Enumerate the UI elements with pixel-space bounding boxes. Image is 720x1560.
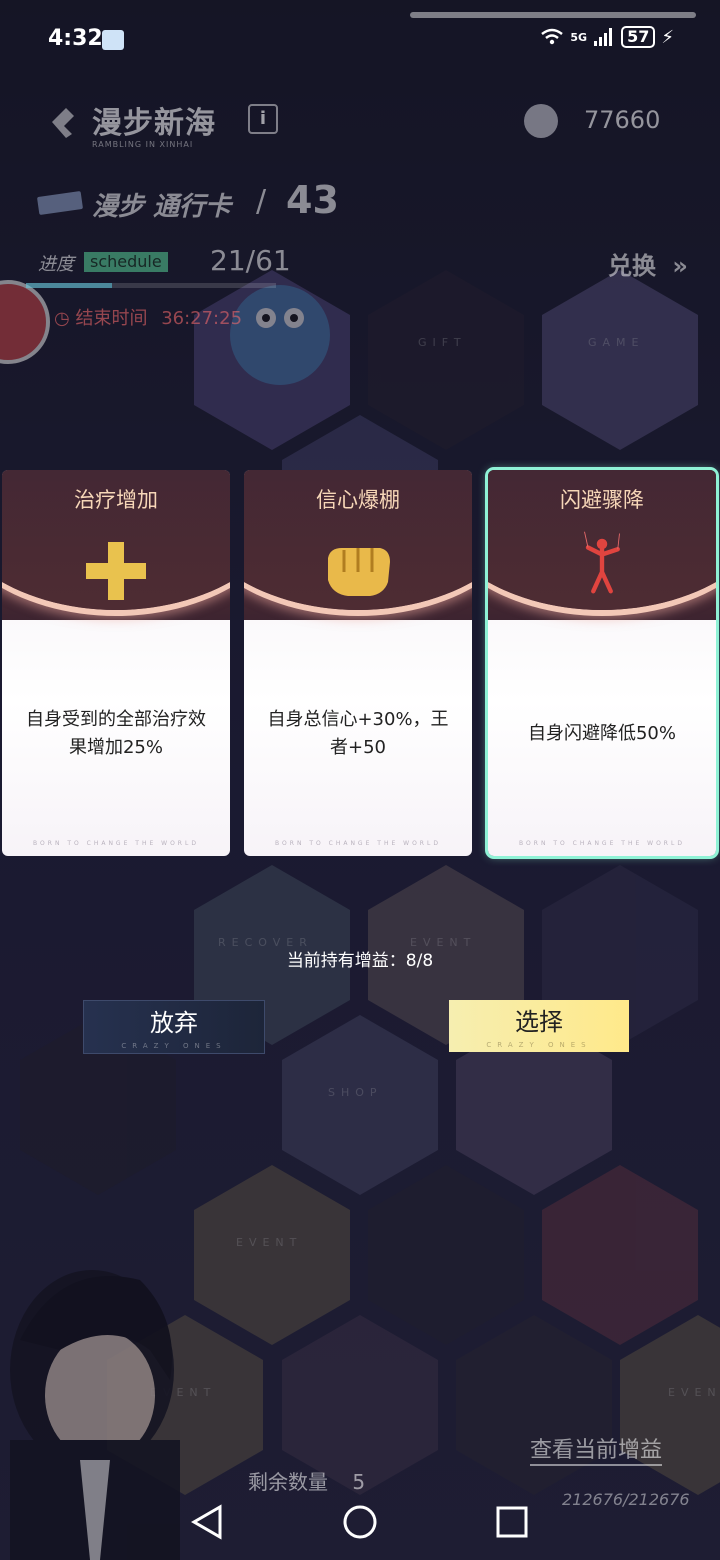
select-button[interactable]: 选择 CRAZY ONES [449, 1000, 629, 1052]
progress-count: 21/61 [210, 244, 291, 277]
buff-card-dodge[interactable]: 闪避骤降 自身闪避降低50% BORN TO CHANGE THE WORLD [485, 467, 719, 859]
card-title: 闪避骤降 [560, 488, 644, 512]
card-title: 治疗增加 [74, 488, 158, 512]
page-title: 漫步新海 [92, 106, 216, 141]
charging-icon: ⚡ [661, 26, 674, 48]
card-footer: BORN TO CHANGE THE WORLD [33, 840, 199, 847]
card-description: 自身闪避降低50% [527, 723, 676, 744]
page-subtitle-en: RAMBLING IN XINHAI [92, 140, 194, 149]
buff-card-heal[interactable]: 治疗增加 自身受到的全部治疗效果增加25% BORN TO CHANGE THE… [2, 470, 230, 856]
pass-level: 43 [286, 178, 339, 222]
back-triangle-icon[interactable] [190, 1504, 222, 1540]
progress-label: 进度 [38, 254, 74, 275]
clock-icon: ◷ [54, 308, 70, 329]
navigation-bar [190, 1504, 528, 1540]
card-description: 自身受到的全部治疗效果增加25% [26, 709, 206, 758]
network-type: 5G [570, 30, 588, 44]
exchange-label: 兑换 [608, 252, 656, 280]
card-footer: BORN TO CHANGE THE WORLD [519, 840, 685, 847]
end-time-value: 36:27:25 [161, 308, 243, 329]
progress-fill [26, 283, 112, 288]
logo-icon [52, 108, 74, 138]
status-right: 5G 57 ⚡ [540, 26, 674, 48]
end-time: ◷ 结束时间 36:27:25 [54, 304, 242, 330]
progress-bar [26, 283, 276, 288]
info-icon[interactable]: i [248, 104, 278, 134]
battery-level: 57 [621, 26, 656, 48]
wifi-icon [541, 28, 564, 45]
app-notification-icon [102, 30, 124, 50]
fist-icon [328, 548, 390, 596]
give-up-button[interactable]: 放弃 CRAZY ONES [83, 1000, 265, 1054]
status-time: 4:32 [48, 26, 103, 51]
buff-card-confidence[interactable]: 信心爆棚 自身总信心+30%，王者+50 BORN TO CHANGE THE … [244, 470, 472, 856]
puppet-icon [584, 531, 620, 594]
pass-divider: / [256, 184, 267, 219]
currency-value: 77660 [584, 106, 661, 134]
card-title: 信心爆棚 [316, 488, 400, 512]
gesture-pill [410, 12, 696, 18]
select-sub: CRAZY ONES [486, 1041, 592, 1049]
progress-tag: schedule [84, 252, 168, 272]
heal-plus-icon [86, 542, 146, 600]
card-description: 自身总信心+30%，王者+50 [267, 709, 449, 758]
signal-icon [594, 28, 613, 46]
pass-card-icon [37, 191, 83, 215]
give-up-sub: CRAZY ONES [121, 1042, 227, 1050]
current-buff-count: 当前持有增益：8/8 [286, 951, 434, 971]
give-up-label: 放弃 [150, 1009, 198, 1037]
end-time-label: 结束时间 [75, 308, 148, 329]
recents-square-icon[interactable] [496, 1506, 528, 1538]
view-current-buffs-link[interactable]: 查看当前增益 [530, 1432, 663, 1466]
exchange-button[interactable]: 兑换 » [608, 246, 688, 281]
pass-label: 漫步 通行卡 [92, 192, 232, 222]
card-footer: BORN TO CHANGE THE WORLD [275, 840, 441, 847]
select-label: 选择 [515, 1008, 563, 1036]
coin-icon [524, 104, 558, 138]
double-chevron-icon: » [672, 252, 688, 280]
home-circle-icon[interactable] [343, 1505, 377, 1539]
